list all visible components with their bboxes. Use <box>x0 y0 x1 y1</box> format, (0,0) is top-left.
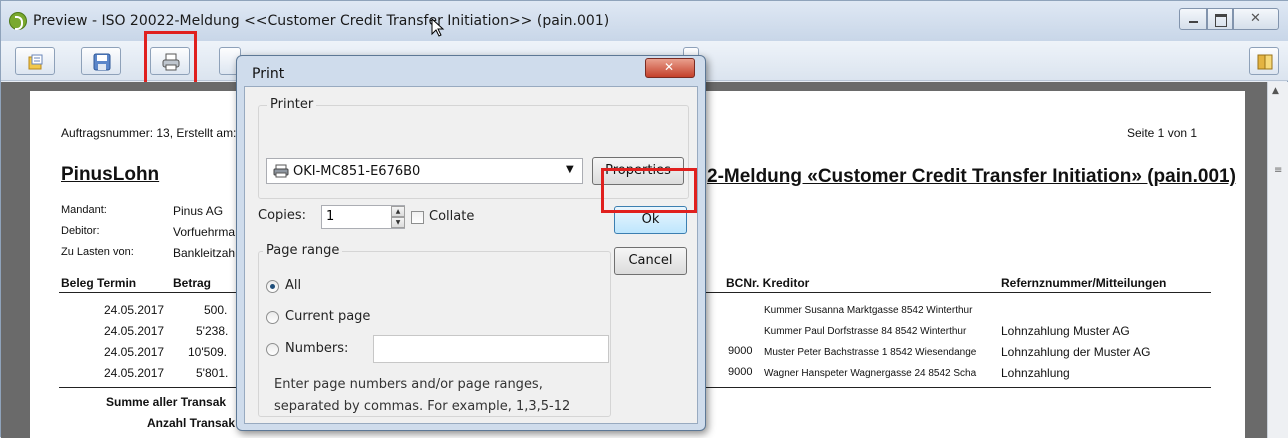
page-info: Seite 1 von 1 <box>1127 126 1198 140</box>
row-bcnr: 9000 <box>728 345 753 357</box>
row-bcnr: 9000 <box>728 366 753 378</box>
cancel-button[interactable]: Cancel <box>614 247 687 275</box>
range-numbers-label: Numbers: <box>285 341 349 356</box>
spin-down-icon[interactable]: ▼ <box>391 217 405 228</box>
mouse-cursor-icon <box>431 18 445 37</box>
report-title: 2-Meldung «Customer Credit Transfer Init… <box>707 166 1236 187</box>
range-all-radio[interactable] <box>266 280 279 293</box>
row-date: 24.05.2017 <box>104 324 165 338</box>
print-button-highlight <box>144 31 197 85</box>
row-ref: Lohnzahlung <box>1001 366 1070 380</box>
row-date: 24.05.2017 <box>104 303 165 317</box>
export-icon <box>28 54 43 70</box>
dialog-close-button[interactable] <box>645 58 695 78</box>
hint-line-1: Enter page numbers and/or page ranges, <box>274 377 543 392</box>
row-amount: 5'238. <box>196 324 229 338</box>
range-current-label: Current page <box>285 309 371 324</box>
page-numbers-input[interactable] <box>373 335 609 363</box>
row-date: 24.05.2017 <box>104 345 165 359</box>
book-icon <box>1257 54 1273 70</box>
col-bcnr-kreditor: BCNr. Kreditor <box>726 276 810 290</box>
printer-name: OKI-MC851-E676B0 <box>293 164 421 179</box>
book-button[interactable] <box>1249 47 1279 75</box>
row-amount: 5'801. <box>196 366 229 380</box>
close-window-button[interactable] <box>1233 8 1279 30</box>
row-amount: 10'509. <box>188 345 227 359</box>
meta-label: Zu Lasten von: <box>61 246 134 258</box>
printer-icon <box>273 164 289 178</box>
row-date: 24.05.2017 <box>104 366 165 380</box>
dialog-body: Printer OKI-MC851-E676B0 ▼ Properties Co… <box>244 86 698 424</box>
copies-label: Copies: <box>258 208 307 223</box>
dropdown-arrow-icon[interactable]: ▼ <box>566 164 574 175</box>
range-current-radio[interactable] <box>266 311 279 324</box>
save-button[interactable] <box>81 47 121 75</box>
row-kreditor: Kummer Susanna Marktgasse 8542 Winterthu… <box>764 305 973 316</box>
hint-line-2: separated by commas. For example, 1,3,5-… <box>274 399 571 414</box>
printer-group-label: Printer <box>267 97 317 112</box>
row-kreditor: Kummer Paul Dorfstrasse 84 8542 Winterth… <box>764 326 967 337</box>
meta-value: Bankleitzah <box>173 246 236 260</box>
meta-label: Mandant: <box>61 204 107 216</box>
copies-spinner[interactable]: ▲ ▼ <box>391 206 405 228</box>
maximize-button[interactable] <box>1207 8 1233 30</box>
meta-label: Debitor: <box>61 225 100 237</box>
printer-select[interactable]: OKI-MC851-E676B0 ▼ <box>266 158 583 184</box>
meta-value: Vorfuehrma <box>173 225 236 239</box>
meta-value: Pinus AG <box>173 204 224 218</box>
ok-button-highlight <box>601 168 697 213</box>
collate-checkbox[interactable] <box>411 211 424 224</box>
row-amount: 500. <box>204 303 228 317</box>
window-title: Preview - ISO 20022-Meldung <<Customer C… <box>33 13 610 29</box>
vertical-scrollbar[interactable]: ▲ ≡ <box>1267 82 1288 438</box>
scroll-grip-icon[interactable]: ≡ <box>1274 165 1282 176</box>
save-icon <box>93 53 111 71</box>
collate-label: Collate <box>429 209 475 224</box>
copies-value: 1 <box>326 209 335 224</box>
row-ref: Lohnzahlung Muster AG <box>1001 324 1130 338</box>
row-kreditor: Wagner Hanspeter Wagnergasse 24 8542 Sch… <box>764 368 977 379</box>
range-numbers-radio[interactable] <box>266 343 279 356</box>
row-kreditor: Muster Peter Bachstrasse 1 8542 Wiesenda… <box>764 347 977 358</box>
scroll-up-icon[interactable]: ▲ <box>1272 86 1279 96</box>
dialog-title: Print <box>252 66 285 82</box>
col-referenz: Refernznummer/Mitteilungen <box>1001 276 1167 290</box>
order-line: Auftragsnummer: 13, Erstellt am: <box>61 126 237 140</box>
row-ref: Lohnzahlung der Muster AG <box>1001 345 1151 359</box>
print-dialog: Print Printer OKI-MC851-E676B0 ▼ Propert… <box>236 55 706 431</box>
minimize-button[interactable] <box>1179 8 1207 30</box>
export-button[interactable] <box>15 47 55 75</box>
page-range-hint: Enter page numbers and/or page ranges, s… <box>274 374 574 418</box>
spin-up-icon[interactable]: ▲ <box>391 206 405 217</box>
range-all-label: All <box>285 278 302 293</box>
company-title: PinusLohn <box>61 164 160 185</box>
sum-label: Summe aller Transak <box>106 395 227 409</box>
col-beleg-termin: Beleg Termin <box>61 276 137 290</box>
preview-window: Preview - ISO 20022-Meldung <<Customer C… <box>0 0 1288 438</box>
col-betrag: Betrag <box>173 276 212 290</box>
page-range-label: Page range <box>263 243 343 258</box>
count-label: Anzahl Transak <box>147 416 236 430</box>
app-logo-icon <box>9 12 27 30</box>
